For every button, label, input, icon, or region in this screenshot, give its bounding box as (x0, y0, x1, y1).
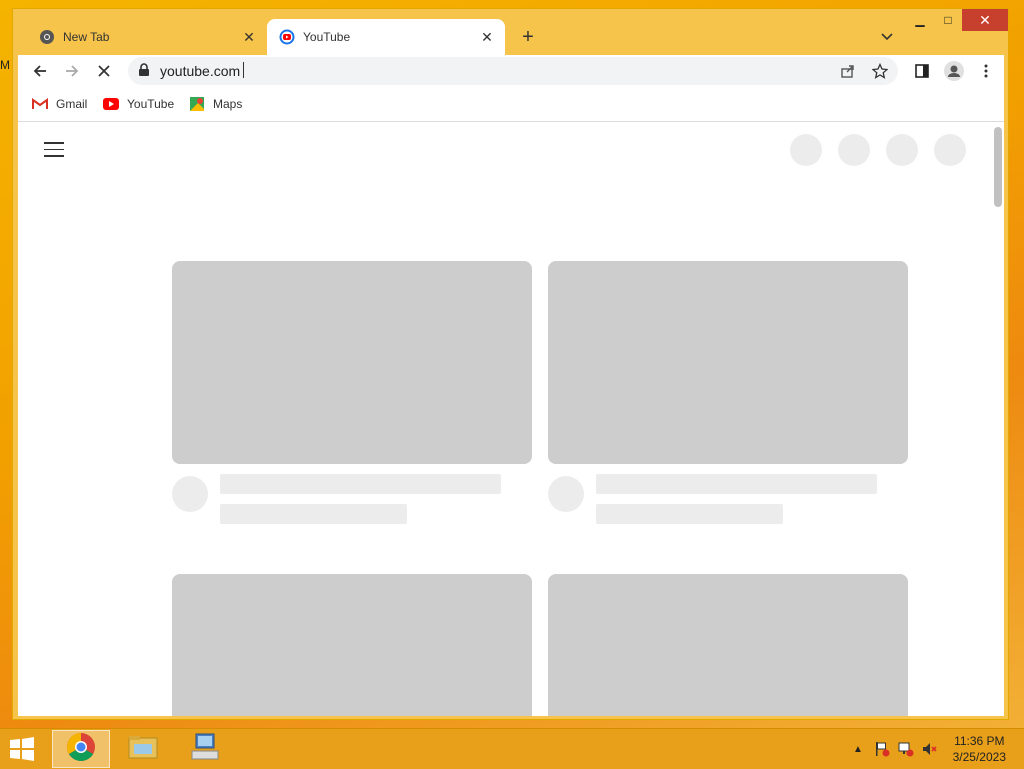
more-menu-icon[interactable] (974, 59, 998, 83)
tab-title: YouTube (303, 30, 351, 44)
taskbar-remote-desktop[interactable] (176, 730, 234, 768)
header-placeholder-circle (934, 134, 966, 166)
meta-placeholder (220, 504, 407, 524)
toolbar (18, 55, 1004, 87)
channel-avatar-placeholder (172, 476, 208, 512)
tab-strip: New Tab ✕ YouTube ✕ + ▁ □ ✕ (13, 9, 1008, 55)
taskbar-chrome[interactable] (52, 730, 110, 768)
header-placeholder-circle (790, 134, 822, 166)
bookmarks-bar: Gmail YouTube Maps (18, 87, 1004, 122)
channel-avatar-placeholder (548, 476, 584, 512)
bookmark-maps[interactable]: Maps (189, 96, 242, 112)
video-thumbnail-placeholder (172, 261, 532, 464)
windows-start-icon[interactable] (8, 737, 38, 761)
side-panel-icon[interactable] (910, 59, 934, 83)
close-tab-icon[interactable]: ✕ (479, 29, 495, 45)
system-clock[interactable]: 11:36 PM 3/25/2023 (953, 733, 1006, 765)
page-content (18, 122, 1004, 716)
computer-keyboard-icon (190, 733, 220, 766)
profile-avatar-icon[interactable] (942, 59, 966, 83)
chevron-down-icon[interactable] (877, 27, 897, 47)
video-thumbnail-placeholder (548, 261, 908, 464)
text-cursor (243, 62, 244, 78)
bookmark-youtube[interactable]: YouTube (103, 96, 174, 112)
title-placeholder (220, 474, 501, 494)
folder-icon (128, 734, 158, 765)
tab-new-tab[interactable]: New Tab ✕ (27, 19, 267, 55)
new-tab-button[interactable]: + (517, 26, 539, 48)
youtube-icon (103, 96, 119, 112)
window-controls: ▁ □ ✕ (906, 9, 1008, 35)
star-icon[interactable] (870, 61, 890, 81)
network-icon[interactable] (898, 741, 914, 757)
volume-muted-icon[interactable] (922, 741, 938, 757)
share-icon[interactable] (838, 61, 858, 81)
url-input[interactable] (160, 63, 460, 79)
address-bar[interactable] (128, 57, 898, 85)
title-placeholder (596, 474, 877, 494)
forward-button[interactable] (60, 59, 84, 83)
maximize-button[interactable]: □ (934, 9, 962, 31)
meta-placeholder (596, 504, 783, 524)
bookmark-label: Maps (213, 97, 243, 111)
taskbar-file-explorer[interactable] (114, 730, 172, 768)
browser-window: New Tab ✕ YouTube ✕ + ▁ □ ✕ youtube.com … (12, 8, 1009, 720)
lock-icon[interactable] (138, 63, 150, 82)
youtube-loading-icon (279, 29, 295, 45)
video-thumbnail-placeholder (172, 574, 532, 716)
tab-title: New Tab (63, 30, 110, 44)
taskbar: ▲ 11:36 PM 3/25/2023 (0, 728, 1024, 769)
scrollbar[interactable] (994, 127, 1002, 207)
back-button[interactable] (28, 59, 52, 83)
header-placeholder-circle (886, 134, 918, 166)
stop-loading-button[interactable] (92, 59, 116, 83)
menu-icon[interactable] (44, 142, 64, 158)
header-placeholder-circle (838, 134, 870, 166)
clock-time: 11:36 PM (954, 734, 1005, 748)
chrome-icon (39, 29, 55, 45)
desktop-left-char: M (0, 58, 10, 72)
close-window-button[interactable]: ✕ (962, 9, 1008, 31)
action-center-flag-icon[interactable] (874, 741, 890, 757)
close-tab-icon[interactable]: ✕ (241, 29, 257, 45)
gmail-icon (32, 96, 48, 112)
minimize-button[interactable]: ▁ (906, 9, 934, 31)
video-thumbnail-placeholder (548, 574, 908, 716)
bookmark-gmail[interactable]: Gmail (32, 96, 87, 112)
chrome-icon (66, 732, 96, 767)
bookmark-label: Gmail (56, 97, 88, 111)
show-hidden-icons-icon[interactable]: ▲ (850, 741, 866, 757)
bookmark-label: YouTube (127, 97, 175, 111)
maps-icon (189, 96, 205, 112)
tab-youtube[interactable]: YouTube ✕ (267, 19, 505, 55)
clock-date: 3/25/2023 (952, 750, 1006, 764)
